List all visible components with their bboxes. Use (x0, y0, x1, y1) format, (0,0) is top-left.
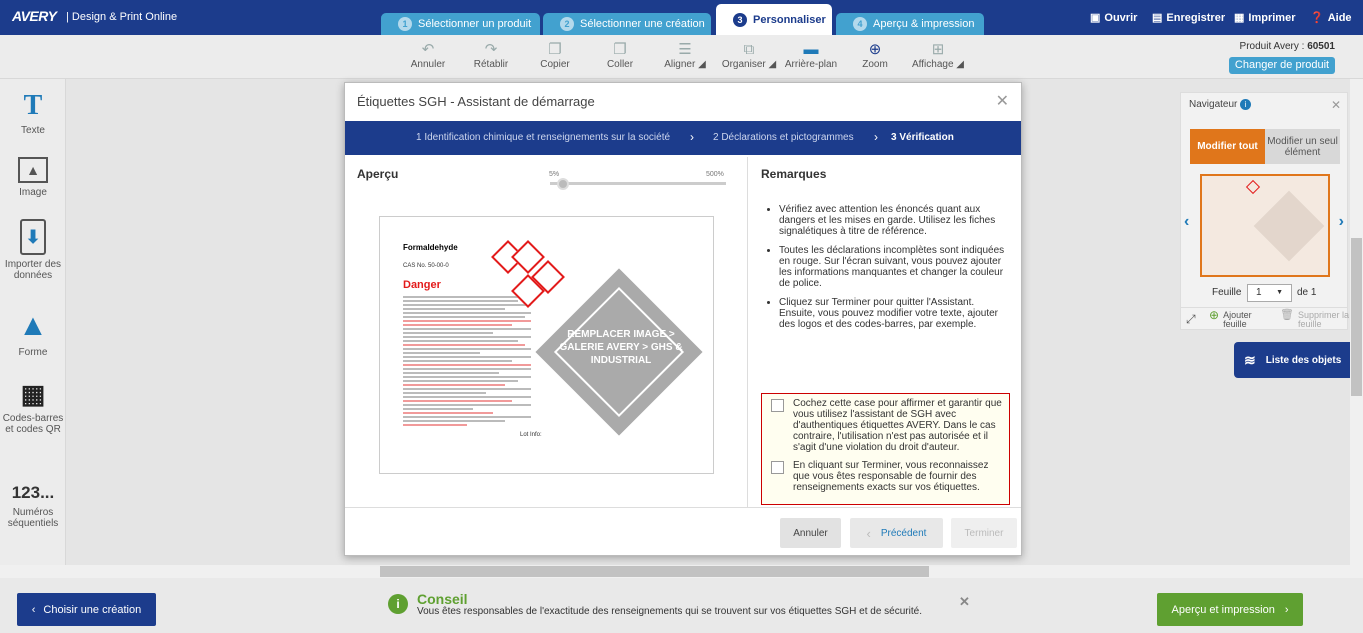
chemical-name: Formaldehyde (403, 243, 458, 252)
ghs-wizard-dialog: Étiquettes SGH - Assistant de démarrage … (344, 82, 1022, 556)
previous-button[interactable]: ‹ Précédent (850, 518, 943, 548)
signal-word: Danger (403, 279, 441, 291)
remark-item: Toutes les déclarations incomplètes sont… (779, 245, 1011, 289)
confirm-authentic-row: Cochez cette case pour affirmer et garan… (771, 398, 1003, 453)
chevron-left-icon: ‹ (866, 525, 871, 541)
zoom-min-label: 5% (549, 171, 560, 178)
divider (345, 507, 1021, 508)
cas-number: CAS No. 50-00-0 (403, 263, 449, 269)
zoom-slider-track[interactable] (550, 182, 726, 185)
divider (747, 157, 748, 508)
lot-info: Lot Info: (520, 432, 542, 438)
chevron-right-icon: › (874, 130, 878, 144)
zoom-slider-handle[interactable] (557, 178, 569, 190)
hazard-statements (403, 296, 531, 428)
wizard-step-3[interactable]: 3 Vérification (891, 132, 954, 143)
image-placeholder-text: REMPLACER IMAGE > GALERIE AVERY > GHS & … (559, 329, 683, 366)
remarks-list: Vérifiez avec attention les énoncés quan… (767, 204, 1011, 338)
confirmation-box: Cochez cette case pour affirmer et garan… (761, 393, 1010, 505)
confirm-responsibility-row: En cliquant sur Terminer, vous reconnais… (771, 460, 1003, 493)
close-icon[interactable]: ✕ (996, 91, 1009, 111)
confirm-authentic-checkbox[interactable] (771, 399, 784, 412)
preview-heading: Aperçu (357, 167, 399, 181)
remark-item: Cliquez sur Terminer pour quitter l'Assi… (779, 297, 1011, 330)
confirm-responsibility-checkbox[interactable] (771, 461, 784, 474)
dialog-title: Étiquettes SGH - Assistant de démarrage (357, 94, 595, 109)
wizard-steps: 1 Identification chimique et renseigneme… (345, 121, 1021, 155)
zoom-max-label: 500% (706, 171, 724, 178)
remarks-heading: Remarques (761, 167, 827, 181)
remark-item: Vérifiez avec attention les énoncés quan… (779, 204, 1011, 237)
wizard-step-1[interactable]: 1 Identification chimique et renseigneme… (416, 132, 670, 143)
label-preview: Formaldehyde CAS No. 50-00-0 Danger REMP… (379, 216, 714, 474)
chevron-right-icon: › (690, 130, 694, 144)
wizard-step-2[interactable]: 2 Déclarations et pictogrammes (713, 132, 854, 143)
cancel-button[interactable]: Annuler (780, 518, 841, 548)
finish-button[interactable]: Terminer (951, 518, 1017, 548)
